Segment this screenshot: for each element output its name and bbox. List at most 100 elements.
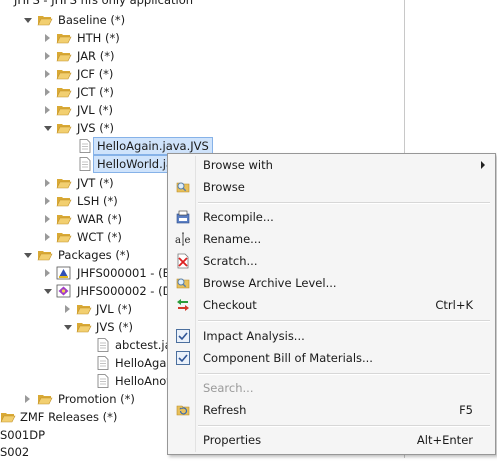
tree-item-label: WCT (*): [77, 230, 122, 244]
collapsed-arrow-icon[interactable]: [45, 197, 50, 205]
file-icon: [97, 338, 109, 352]
menu-separator: [198, 320, 490, 322]
folder-open-icon: [56, 124, 72, 134]
collapsed-arrow-icon[interactable]: [65, 305, 70, 313]
collapsed-arrow-icon[interactable]: [45, 70, 50, 78]
tree-item-label: JVL (*): [77, 103, 114, 117]
folder-open-icon: [56, 106, 72, 116]
menu-item-checkout[interactable]: Checkout Ctrl+K: [170, 294, 493, 316]
expanded-arrow-icon[interactable]: [24, 253, 32, 258]
menu-item-label: Browse Archive Level...: [203, 276, 337, 290]
expanded-arrow-icon[interactable]: [64, 325, 72, 330]
folder-open-icon: [37, 16, 53, 26]
menu-item-label: Impact Analysis...: [203, 329, 305, 343]
collapsed-arrow-icon[interactable]: [45, 52, 50, 60]
tree-item-label: WAR (*): [77, 212, 122, 226]
collapsed-arrow-icon[interactable]: [45, 215, 50, 223]
menu-item-label: Component Bill of Materials...: [203, 351, 373, 365]
menu-item-impact-analysis[interactable]: Impact Analysis...: [170, 325, 493, 347]
collapsed-arrow-icon[interactable]: [45, 179, 50, 187]
folder-open-icon: [56, 197, 72, 207]
folder-open-icon: [76, 323, 92, 333]
tree-item-label: JVS (*): [96, 320, 133, 334]
menu-item-label: Checkout: [203, 298, 257, 312]
folder-open-icon: [76, 305, 92, 315]
browse-archive-icon: [176, 278, 190, 289]
menu-item-search: Search...: [170, 377, 493, 399]
collapsed-arrow-icon[interactable]: [45, 233, 50, 241]
menu-item-rename[interactable]: ae Rename...: [170, 228, 493, 250]
tree-item-label: S001DP: [0, 428, 46, 442]
menu-item-browse-archive[interactable]: Browse Archive Level...: [170, 272, 493, 294]
menu-separator: [198, 202, 490, 204]
folder-open-icon: [56, 88, 72, 98]
menu-item-browse[interactable]: Browse: [170, 176, 493, 198]
menu-item-shortcut: Ctrl+K: [435, 298, 473, 312]
menu-item-label: Rename...: [203, 232, 262, 246]
tree-item-label: LSH (*): [77, 194, 118, 208]
menu-item-browse-with[interactable]: Browse with: [170, 154, 493, 176]
tree-item-label: JVS (*): [77, 121, 114, 135]
browse-icon: [176, 182, 190, 193]
menu-item-shortcut: Alt+Enter: [416, 433, 473, 447]
file-icon: [79, 157, 91, 171]
tree-item-label: HelloAnot: [115, 374, 171, 388]
package-development-icon: [56, 284, 71, 298]
context-menu: Browse with Browse Recompile... ae Renam…: [167, 153, 496, 455]
menu-item-label: Refresh: [203, 403, 247, 417]
package-baselined-icon: [56, 266, 71, 280]
folder-open-icon: [56, 52, 72, 62]
collapsed-arrow-icon[interactable]: [45, 269, 50, 277]
expanded-arrow-icon[interactable]: [44, 126, 52, 131]
svg-text:a: a: [175, 235, 181, 246]
component-bom-icon: [176, 351, 190, 365]
folder-open-icon: [37, 395, 53, 405]
expanded-arrow-icon[interactable]: [44, 289, 52, 294]
tree-item-label: Baseline (*): [58, 13, 126, 27]
collapsed-arrow-icon[interactable]: [45, 106, 50, 114]
menu-item-properties[interactable]: Properties Alt+Enter: [170, 429, 493, 451]
tree-item-label: JCT (*): [77, 85, 114, 99]
scratch-icon: [177, 253, 189, 269]
tree-item-label: Packages (*): [58, 248, 131, 262]
recompile-icon: [176, 210, 190, 224]
folder-open-icon: [0, 413, 16, 423]
collapsed-arrow-icon[interactable]: [45, 88, 50, 96]
folder-open-icon: [37, 251, 53, 261]
refresh-icon: [176, 405, 190, 416]
tree-item-label: JAR (*): [77, 49, 115, 63]
submenu-arrow-icon: [481, 161, 485, 169]
collapsed-arrow-icon[interactable]: [45, 34, 50, 42]
menu-separator: [198, 425, 490, 427]
folder-open-icon: [56, 233, 72, 243]
folder-open-icon: [56, 70, 72, 80]
menu-item-label: Recompile...: [203, 210, 274, 224]
tree-item-label: HelloAgai: [115, 356, 170, 370]
tree-item-label: JVL (*): [96, 302, 133, 316]
tree-item-label: ZMF Releases (*): [20, 410, 118, 424]
folder-open-icon: [56, 34, 72, 44]
file-icon: [79, 139, 91, 153]
menu-item-label: Browse with: [203, 158, 273, 172]
menu-separator: [198, 373, 490, 375]
tree-item-label: HelloWorld.ja: [93, 155, 178, 173]
tree-item-label: JHFS000002 - (DE: [77, 284, 179, 298]
menu-item-label: Browse: [203, 180, 245, 194]
folder-open-icon: [56, 215, 72, 225]
file-icon: [97, 356, 109, 370]
menu-item-label: Search...: [203, 381, 254, 395]
tree-item-label: HTH (*): [77, 31, 120, 45]
menu-item-label: Properties: [203, 433, 262, 447]
expanded-arrow-icon[interactable]: [24, 18, 32, 23]
file-icon: [97, 374, 109, 388]
collapsed-arrow-icon[interactable]: [25, 395, 30, 403]
menu-item-label: Scratch...: [203, 254, 258, 268]
tree-item-label: Promotion (*): [58, 392, 135, 406]
rename-icon: ae: [175, 232, 191, 246]
menu-item-refresh[interactable]: Refresh F5: [170, 399, 493, 421]
folder-open-icon: [56, 179, 72, 189]
menu-item-component-bom[interactable]: Component Bill of Materials...: [170, 347, 493, 369]
checkout-icon: [177, 299, 189, 311]
menu-item-scratch[interactable]: Scratch...: [170, 250, 493, 272]
menu-item-recompile[interactable]: Recompile...: [170, 206, 493, 228]
